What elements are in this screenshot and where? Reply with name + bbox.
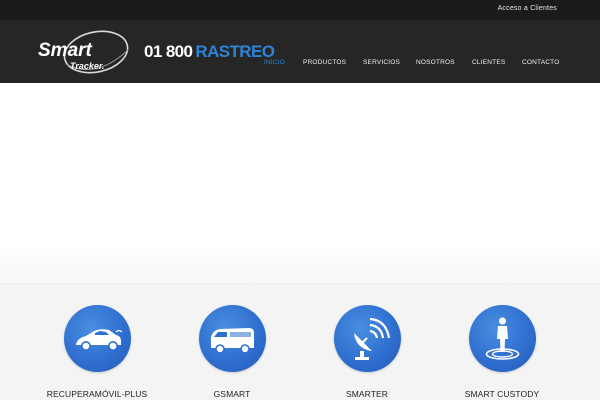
product-label: SMARTER: [345, 389, 389, 399]
nav-item-productos[interactable]: PRODUCTOS: [303, 59, 346, 66]
hero-banner: [0, 83, 600, 283]
product-card-recuperamovil[interactable]: RECUPERAMÓVIL-PLUS: [37, 305, 157, 400]
logo-word: Smart: [38, 40, 93, 61]
top-bar: Acceso a Clientes: [0, 0, 600, 20]
product-label: SMART CUSTODY: [464, 389, 540, 399]
satellite-dish-icon[interactable]: [334, 305, 401, 372]
site-header: Smart Tracker. 01 800 RASTREO INICIO PRO…: [0, 20, 600, 83]
product-label: GSMART: [213, 389, 251, 399]
product-card-gsmart[interactable]: GSMART: [172, 305, 292, 400]
nav-item-servicios[interactable]: SERVICIOS: [363, 59, 400, 66]
smart-tracker-logo[interactable]: Smart Tracker.: [36, 28, 132, 78]
client-access-link[interactable]: Acceso a Clientes: [498, 5, 557, 12]
nav-item-clientes[interactable]: CLIENTES: [472, 59, 505, 66]
car-icon[interactable]: [64, 305, 131, 372]
nav-item-contacto[interactable]: CONTACTO: [522, 59, 559, 66]
van-icon[interactable]: [199, 305, 266, 372]
logo-graphic: Smart Tracker.: [38, 30, 129, 74]
main-nav: INICIO PRODUCTOS SERVICIOS NOSOTROS CLIE…: [0, 59, 600, 69]
nav-item-inicio[interactable]: INICIO: [264, 59, 285, 66]
product-card-smarter[interactable]: SMARTER: [307, 305, 427, 400]
nav-item-nosotros[interactable]: NOSOTROS: [416, 59, 455, 66]
product-card-smart-custody[interactable]: SMART CUSTODY: [442, 305, 562, 400]
person-target-icon[interactable]: [469, 305, 536, 372]
product-label: RECUPERAMÓVIL-PLUS: [46, 389, 148, 399]
